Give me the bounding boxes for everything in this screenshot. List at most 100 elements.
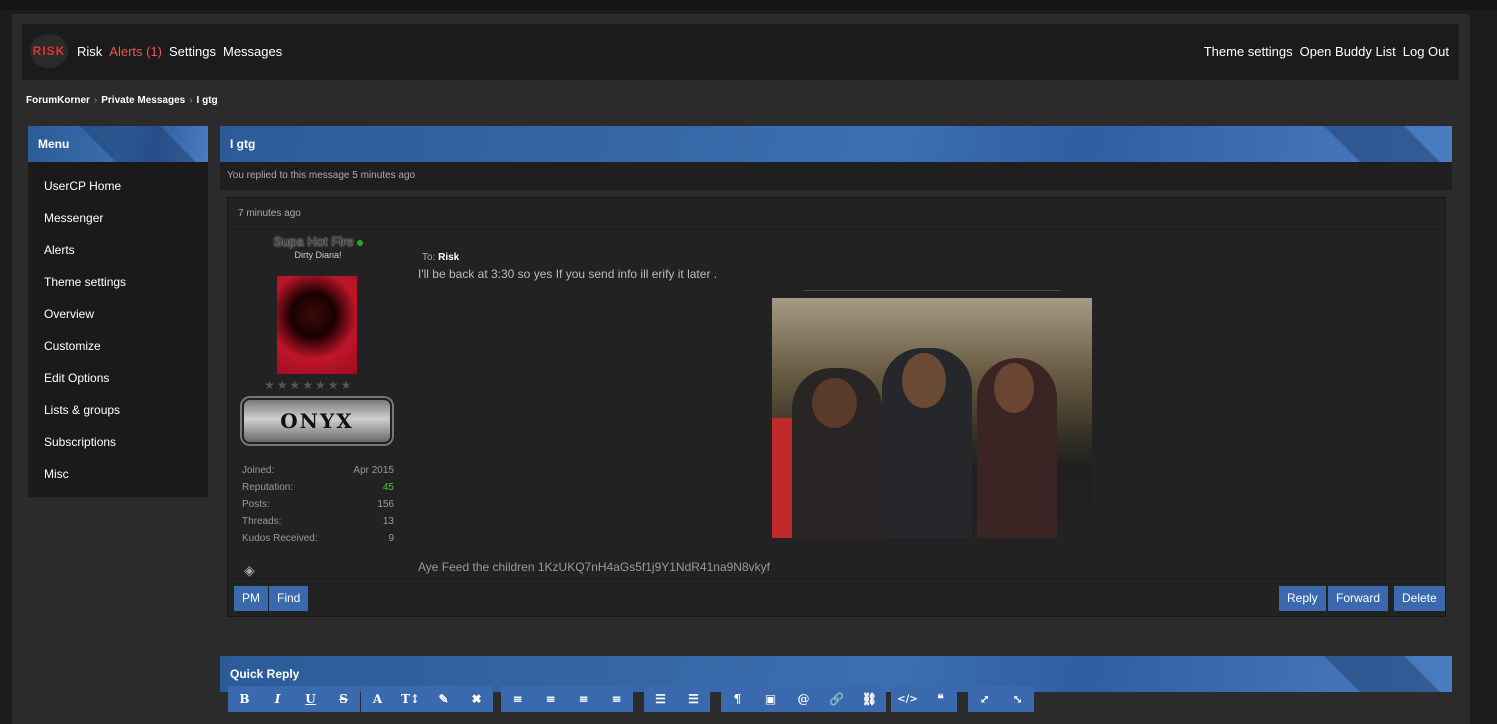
stat-value[interactable]: 156	[377, 499, 394, 516]
align-justify-icon[interactable]: ≡	[600, 686, 633, 712]
page-wrapper: RISK Risk Alerts (1) Settings Messages Them…	[12, 14, 1470, 724]
post-time: 7 minutes ago	[228, 198, 1445, 230]
menu-item-usercp-home[interactable]: UserCP Home	[28, 170, 208, 202]
bold-icon[interactable]: B	[228, 686, 261, 712]
menu-title: Menu	[28, 126, 208, 162]
nav-right: Theme settings Open Buddy List Log Out	[1204, 44, 1457, 59]
paragraph-icon[interactable]: ¶	[721, 686, 754, 712]
find-button[interactable]: Find	[269, 586, 309, 611]
menu-item-misc[interactable]: Misc	[28, 458, 208, 490]
recipient: To: Risk	[422, 252, 1438, 263]
breadcrumb: ForumKorner › Private Messages › I gtg	[26, 95, 218, 106]
stat-value: 9	[388, 533, 394, 544]
nav-left: Risk Alerts (1) Settings Messages	[77, 44, 289, 59]
breadcrumb-current: I gtg	[196, 95, 218, 106]
recipient-name[interactable]: Risk	[438, 252, 459, 263]
strikethrough-icon[interactable]: S	[327, 686, 360, 712]
align-left-icon[interactable]: ≡	[501, 686, 534, 712]
rank-stars: ★★★★★★★	[264, 378, 354, 392]
stat-label: Joined:	[242, 465, 275, 476]
numbered-list-icon[interactable]: ☰	[677, 686, 710, 712]
diamond-icon: ◈	[244, 562, 255, 578]
site-logo[interactable]: RISK	[30, 34, 68, 68]
embedded-image	[772, 298, 1092, 538]
menu-item-overview[interactable]: Overview	[28, 298, 208, 330]
message-body: I'll be back at 3:30 so yes If you send …	[418, 267, 718, 281]
toolbar-group-font: A T↕ ✎ ✖	[361, 686, 493, 712]
message-content: To: Risk I'll be back at 3:30 so yes If …	[418, 230, 1438, 574]
stat-label: Reputation:	[242, 482, 294, 493]
chevron-right-icon: ›	[189, 95, 193, 106]
nav-messages[interactable]: Messages	[223, 44, 282, 59]
menu-item-theme-settings[interactable]: Theme settings	[28, 266, 208, 298]
nav-alerts[interactable]: Alerts (1)	[109, 44, 162, 59]
author-name-text: Supa Hot Fire	[273, 234, 354, 249]
menu-item-lists-groups[interactable]: Lists & groups	[28, 394, 208, 426]
stat-value[interactable]: 45	[383, 482, 394, 499]
toolbar-group-format: B I U S	[228, 686, 360, 712]
email-icon[interactable]: @	[787, 686, 820, 712]
breadcrumb-private-messages[interactable]: Private Messages	[101, 95, 185, 106]
menu-item-customize[interactable]: Customize	[28, 330, 208, 362]
toolbar-group-align: ≡ ≡ ≡ ≡	[501, 686, 633, 712]
text-size-icon[interactable]: T↕	[394, 686, 427, 712]
stat-value[interactable]: 13	[383, 516, 394, 533]
chevron-right-icon: ›	[93, 95, 98, 106]
rank-badge: ONYX	[242, 398, 392, 444]
nav-logout[interactable]: Log Out	[1403, 44, 1449, 59]
reply-button[interactable]: Reply	[1279, 586, 1326, 611]
toolbar-group-view: ⤢ ⤡	[968, 686, 1034, 712]
usercp-menu: Menu UserCP Home Messenger Alerts Theme …	[28, 126, 208, 497]
window-top-strip	[0, 0, 1497, 10]
menu-item-messenger[interactable]: Messenger	[28, 202, 208, 234]
underline-icon[interactable]: U	[294, 686, 327, 712]
remove-format-icon[interactable]: ✖	[460, 686, 493, 712]
toolbar-group-code: </> ❝	[891, 686, 957, 712]
breadcrumb-forumkorner[interactable]: ForumKorner	[26, 95, 90, 106]
delete-button[interactable]: Delete	[1394, 586, 1445, 611]
message-post: 7 minutes ago Supa Hot Fire Dirty Diana!…	[227, 197, 1446, 617]
toolbar-group-insert: ¶ ▣ @ 🔗 ⛓	[721, 686, 886, 712]
nav-risk[interactable]: Risk	[77, 44, 102, 59]
maximize-icon[interactable]: ⤢	[968, 686, 1001, 712]
replied-note: You replied to this message 5 minutes ag…	[220, 162, 1452, 190]
forward-button[interactable]: Forward	[1328, 586, 1389, 611]
nav-theme-settings[interactable]: Theme settings	[1204, 44, 1293, 59]
link-icon[interactable]: 🔗	[820, 686, 853, 712]
to-label: To:	[422, 252, 436, 263]
post-actions: PM Find Reply Forward Delete	[228, 578, 1445, 618]
divider	[803, 290, 1061, 291]
stat-label: Posts:	[242, 499, 270, 510]
online-status-icon	[356, 239, 363, 246]
align-center-icon[interactable]: ≡	[534, 686, 567, 712]
menu-item-subscriptions[interactable]: Subscriptions	[28, 426, 208, 458]
font-icon[interactable]: A	[361, 686, 394, 712]
nav-buddy-list[interactable]: Open Buddy List	[1300, 44, 1396, 59]
brush-icon[interactable]: ✎	[427, 686, 460, 712]
bullet-list-icon[interactable]: ☰	[644, 686, 677, 712]
author-title: Dirty Diana!	[294, 250, 342, 260]
stat-value: Apr 2015	[353, 465, 394, 476]
stat-row: Kudos Received: 9	[242, 533, 394, 550]
source-mode-icon[interactable]: ⤡	[1001, 686, 1034, 712]
message-title: I gtg	[220, 126, 1452, 162]
stat-row: Threads: 13	[242, 516, 394, 533]
align-right-icon[interactable]: ≡	[567, 686, 600, 712]
quote-icon[interactable]: ❝	[924, 686, 957, 712]
stat-label: Threads:	[242, 516, 282, 527]
unlink-icon[interactable]: ⛓	[853, 686, 886, 712]
toolbar-group-list: ☰ ☰	[644, 686, 710, 712]
pm-button[interactable]: PM	[234, 586, 268, 611]
menu-item-edit-options[interactable]: Edit Options	[28, 362, 208, 394]
image-icon[interactable]: ▣	[754, 686, 787, 712]
menu-item-alerts[interactable]: Alerts	[28, 234, 208, 266]
italic-icon[interactable]: I	[261, 686, 294, 712]
author-name[interactable]: Supa Hot Fire	[228, 234, 408, 249]
logo-text: RISK	[32, 44, 66, 58]
avatar[interactable]	[277, 276, 357, 374]
author-stats: Joined: Apr 2015 Reputation: 45 Posts: 156 …	[242, 465, 394, 550]
editor-toolbar: B I U S A T↕ ✎ ✖ ≡ ≡ ≡ ≡ ☰ ☰ ¶ ▣ @ 🔗 ⛓ <…	[216, 686, 1436, 724]
author-panel: Supa Hot Fire Dirty Diana! ★★★★★★★ ONYX …	[228, 230, 408, 578]
nav-settings[interactable]: Settings	[169, 44, 216, 59]
code-icon[interactable]: </>	[891, 686, 924, 712]
